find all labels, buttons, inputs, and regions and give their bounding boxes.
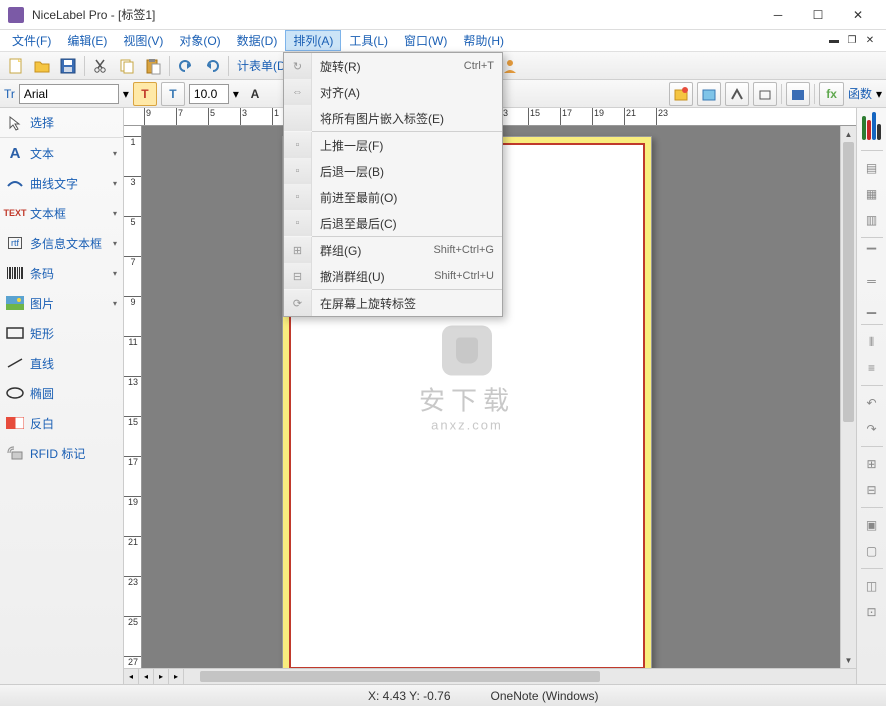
maximize-button[interactable]: ☐ bbox=[798, 1, 838, 29]
align-center-h-button[interactable]: ▦ bbox=[861, 183, 883, 205]
menu-item[interactable]: ▫前进至最前(O) bbox=[284, 184, 502, 210]
tool-select[interactable]: 选择 bbox=[0, 108, 123, 138]
save-button[interactable] bbox=[56, 54, 80, 78]
menu-file[interactable]: 文件(F) bbox=[4, 30, 59, 51]
scroll-up-icon: ▲ bbox=[841, 126, 856, 142]
status-coords: X: 4.43 Y: -0.76 bbox=[368, 689, 451, 703]
sheet-tab-nav[interactable]: ◂◂▸▸ bbox=[124, 669, 184, 684]
menu-item[interactable]: ▫后退至最后(C) bbox=[284, 210, 502, 236]
tool-palette: 选择 A文本▾ 曲线文字▾ TEXT文本框▾ rtf多信息文本框▾ 条码▾ 图片… bbox=[0, 108, 124, 684]
open-button[interactable] bbox=[30, 54, 54, 78]
app-logo-icon bbox=[8, 7, 24, 23]
tool-rfid[interactable]: RFID 标记 bbox=[0, 438, 123, 468]
tool-btn-2[interactable] bbox=[697, 82, 721, 106]
tool-btn-1[interactable] bbox=[669, 82, 693, 106]
copy-button[interactable] bbox=[115, 54, 139, 78]
tool-barcode[interactable]: 条码▾ bbox=[0, 258, 123, 288]
align-bottom-button[interactable]: ▁ bbox=[861, 296, 883, 318]
group-button[interactable]: ⊞ bbox=[861, 453, 883, 475]
font-type-icon: Tr bbox=[4, 87, 15, 101]
menu-item[interactable]: ↻旋转(R)Ctrl+T bbox=[284, 53, 502, 79]
menu-object[interactable]: 对象(O) bbox=[171, 30, 228, 51]
send-back-button[interactable]: ▢ bbox=[861, 540, 883, 562]
tool-extra-2[interactable]: ⊡ bbox=[861, 601, 883, 623]
align-left-button[interactable]: ▤ bbox=[861, 157, 883, 179]
font-size-input[interactable] bbox=[189, 84, 229, 104]
function-label: 函数 bbox=[848, 85, 872, 102]
tool-image[interactable]: 图片▾ bbox=[0, 288, 123, 318]
rotate-left-button[interactable]: ↶ bbox=[861, 392, 883, 414]
status-bar: X: 4.43 Y: -0.76 OneNote (Windows) bbox=[0, 684, 886, 706]
undo-button[interactable] bbox=[174, 54, 198, 78]
distribute-v-button[interactable]: ≡ bbox=[861, 357, 883, 379]
menu-tools[interactable]: 工具(L) bbox=[341, 30, 396, 51]
tool-extra-1[interactable]: ◫ bbox=[861, 575, 883, 597]
menu-item[interactable]: 将所有图片嵌入标签(E) bbox=[284, 105, 502, 131]
align-right-button[interactable]: ▥ bbox=[861, 209, 883, 231]
tool-btn-3[interactable] bbox=[725, 82, 749, 106]
printer-font-button[interactable]: T bbox=[161, 82, 185, 106]
menu-arrange[interactable]: 排列(A) bbox=[285, 30, 341, 51]
align-middle-button[interactable]: ═ bbox=[861, 270, 883, 292]
title-bar: NiceLabel Pro - [标签1] ─ ☐ ✕ bbox=[0, 0, 886, 30]
tool-btn-4[interactable] bbox=[753, 82, 777, 106]
mdi-minimize-button[interactable]: ▬ bbox=[826, 34, 842, 48]
menu-item[interactable]: ⊞群组(G)Shift+Ctrl+G bbox=[284, 237, 502, 263]
menu-item[interactable]: ⟳在屏幕上旋转标签 bbox=[284, 290, 502, 316]
tool-ellipse[interactable]: 椭圆 bbox=[0, 378, 123, 408]
tool-btn-5[interactable] bbox=[786, 82, 810, 106]
tool-rtf[interactable]: rtf多信息文本框▾ bbox=[0, 228, 123, 258]
menu-item[interactable]: ▫上推一层(F) bbox=[284, 132, 502, 158]
tool-line[interactable]: 直线 bbox=[0, 348, 123, 378]
function-button[interactable]: fx bbox=[819, 82, 844, 106]
menu-item[interactable]: ⊟撤消群组(U)Shift+Ctrl+U bbox=[284, 263, 502, 289]
menu-item[interactable]: ⇔对齐(A) bbox=[284, 79, 502, 105]
menu-view[interactable]: 视图(V) bbox=[115, 30, 171, 51]
tool-rect[interactable]: 矩形 bbox=[0, 318, 123, 348]
cut-button[interactable] bbox=[89, 54, 113, 78]
align-toolbar: ▤ ▦ ▥ ▔ ═ ▁ ⫴ ≡ ↶ ↷ ⊞ ⊟ ▣ ▢ ◫ ⊡ bbox=[856, 108, 886, 684]
mdi-close-button[interactable]: ✕ bbox=[862, 34, 878, 48]
menu-edit[interactable]: 编辑(E) bbox=[59, 30, 115, 51]
tool-text[interactable]: A文本▾ bbox=[0, 138, 123, 168]
align-top-button[interactable]: ▔ bbox=[861, 244, 883, 266]
scroll-down-icon: ▼ bbox=[841, 652, 856, 668]
vertical-scrollbar[interactable]: ▲ ▼ bbox=[840, 126, 856, 668]
menu-help[interactable]: 帮助(H) bbox=[455, 30, 512, 51]
tool-invert[interactable]: 反白 bbox=[0, 408, 123, 438]
scroll-thumb bbox=[843, 142, 854, 422]
menu-data[interactable]: 数据(D) bbox=[229, 30, 286, 51]
screen-font-button[interactable]: T bbox=[133, 82, 157, 106]
font-name-input[interactable] bbox=[19, 84, 119, 104]
mdi-restore-button[interactable]: ❐ bbox=[844, 34, 860, 48]
vertical-ruler: 13579111315171921232527 bbox=[124, 126, 142, 668]
close-button[interactable]: ✕ bbox=[838, 1, 878, 29]
menu-window[interactable]: 窗口(W) bbox=[396, 30, 455, 51]
bring-front-button[interactable]: ▣ bbox=[861, 514, 883, 536]
redo-button[interactable] bbox=[200, 54, 224, 78]
menu-item[interactable]: ▫后退一层(B) bbox=[284, 158, 502, 184]
distribute-h-button[interactable]: ⫴ bbox=[861, 331, 883, 353]
menu-bar: 文件(F) 编辑(E) 视图(V) 对象(O) 数据(D) 排列(A) 工具(L… bbox=[0, 30, 886, 52]
tool-curve-text[interactable]: 曲线文字▾ bbox=[0, 168, 123, 198]
font-size-up-button[interactable]: A bbox=[243, 82, 267, 106]
window-title: NiceLabel Pro - [标签1] bbox=[32, 6, 758, 23]
ungroup-button[interactable]: ⊟ bbox=[861, 479, 883, 501]
horizontal-scrollbar[interactable] bbox=[184, 669, 856, 684]
status-printer: OneNote (Windows) bbox=[491, 689, 599, 703]
minimize-button[interactable]: ─ bbox=[758, 1, 798, 29]
tool-textbox[interactable]: TEXT文本框▾ bbox=[0, 198, 123, 228]
arrange-menu-dropdown: ↻旋转(R)Ctrl+T⇔对齐(A)将所有图片嵌入标签(E)▫上推一层(F)▫后… bbox=[283, 52, 503, 317]
rotate-right-button[interactable]: ↷ bbox=[861, 418, 883, 440]
color-bars-icon bbox=[862, 112, 881, 140]
new-button[interactable] bbox=[4, 54, 28, 78]
paste-button[interactable] bbox=[141, 54, 165, 78]
